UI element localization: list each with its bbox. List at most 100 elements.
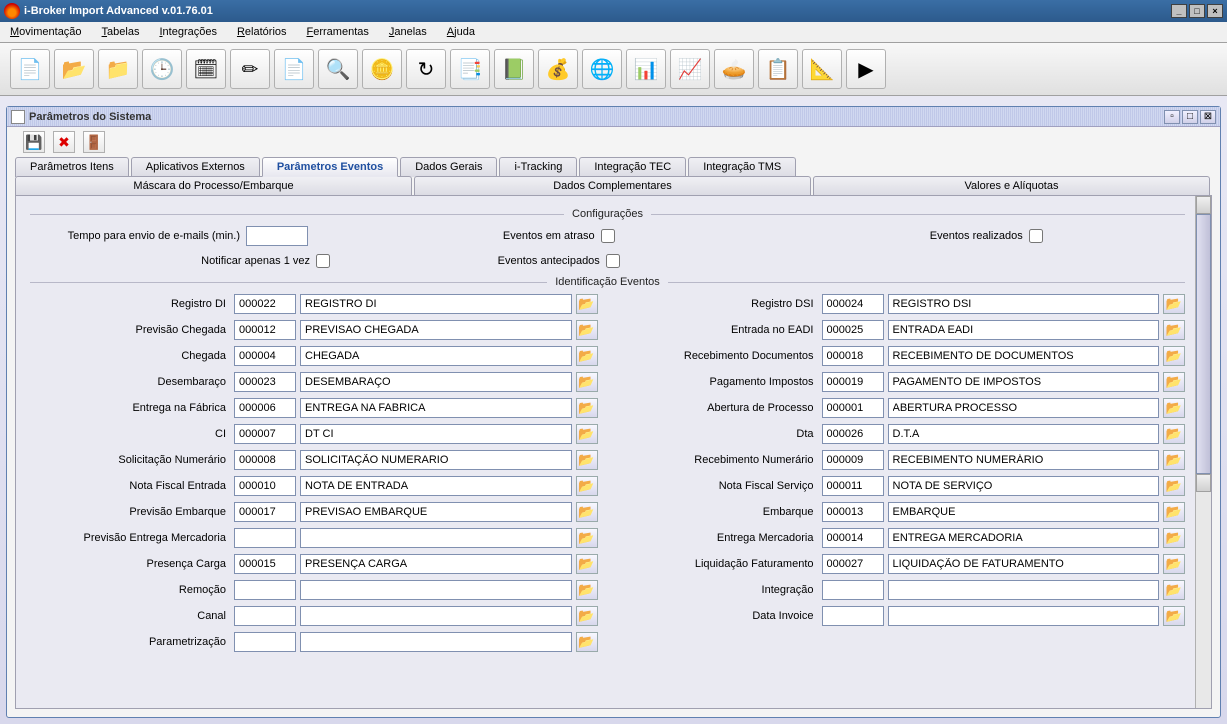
folder-icon[interactable]: 📂: [576, 320, 598, 340]
event-desc-input[interactable]: [300, 398, 572, 418]
atraso-checkbox[interactable]: [601, 229, 615, 243]
folder-icon[interactable]: 📂: [576, 528, 598, 548]
maximize-button[interactable]: □: [1189, 4, 1205, 18]
tab-integração-tec[interactable]: Integração TEC: [579, 157, 686, 177]
folder-icon[interactable]: 📂: [1163, 346, 1185, 366]
toolbar-btn-13[interactable]: 🌐: [582, 49, 622, 89]
vertical-scrollbar[interactable]: [1195, 196, 1211, 708]
event-desc-input[interactable]: [300, 528, 572, 548]
subtab-valores-e-alíquotas[interactable]: Valores e Alíquotas: [813, 176, 1210, 195]
scrollbar-thumb[interactable]: [1196, 214, 1211, 474]
event-code-input[interactable]: [822, 398, 884, 418]
tab-parâmetros-itens[interactable]: Parâmetros Itens: [15, 157, 129, 177]
toolbar-btn-16[interactable]: 🥧: [714, 49, 754, 89]
event-code-input[interactable]: [822, 476, 884, 496]
event-code-input[interactable]: [234, 502, 296, 522]
event-code-input[interactable]: [822, 528, 884, 548]
event-code-input[interactable]: [234, 554, 296, 574]
tab-integração-tms[interactable]: Integração TMS: [688, 157, 796, 177]
toolbar-btn-12[interactable]: 💰: [538, 49, 578, 89]
event-desc-input[interactable]: [888, 320, 1160, 340]
event-code-input[interactable]: [822, 320, 884, 340]
event-desc-input[interactable]: [300, 372, 572, 392]
event-desc-input[interactable]: [300, 476, 572, 496]
event-desc-input[interactable]: [888, 502, 1160, 522]
toolbar-btn-0[interactable]: 📄: [10, 49, 50, 89]
event-desc-input[interactable]: [888, 554, 1160, 574]
event-desc-input[interactable]: [300, 450, 572, 470]
minimize-button[interactable]: _: [1171, 4, 1187, 18]
folder-icon[interactable]: 📂: [1163, 502, 1185, 522]
event-desc-input[interactable]: [888, 450, 1160, 470]
delete-button[interactable]: ✖: [53, 131, 75, 153]
folder-icon[interactable]: 📂: [576, 554, 598, 574]
event-code-input[interactable]: [822, 346, 884, 366]
event-code-input[interactable]: [234, 346, 296, 366]
event-code-input[interactable]: [234, 294, 296, 314]
tab-parâmetros-eventos[interactable]: Parâmetros Eventos: [262, 157, 398, 177]
maximize-internal-button[interactable]: □: [1182, 110, 1198, 124]
event-code-input[interactable]: [234, 320, 296, 340]
toolbar-btn-5[interactable]: ✏: [230, 49, 270, 89]
event-desc-input[interactable]: [888, 294, 1160, 314]
event-code-input[interactable]: [234, 398, 296, 418]
toolbar-btn-1[interactable]: 📂: [54, 49, 94, 89]
folder-icon[interactable]: 📂: [576, 502, 598, 522]
event-code-input[interactable]: [822, 606, 884, 626]
event-code-input[interactable]: [234, 372, 296, 392]
folder-icon[interactable]: 📂: [1163, 320, 1185, 340]
event-code-input[interactable]: [822, 554, 884, 574]
menu-ajuda[interactable]: Ajuda: [443, 24, 479, 40]
toolbar-btn-11[interactable]: 📗: [494, 49, 534, 89]
iconify-button[interactable]: ▫: [1164, 110, 1180, 124]
folder-icon[interactable]: 📂: [1163, 554, 1185, 574]
close-button[interactable]: ×: [1207, 4, 1223, 18]
folder-icon[interactable]: 📂: [576, 580, 598, 600]
menu-relatórios[interactable]: Relatórios: [233, 24, 291, 40]
event-desc-input[interactable]: [300, 554, 572, 574]
menu-integrações[interactable]: Integrações: [155, 24, 221, 40]
menu-tabelas[interactable]: Tabelas: [98, 24, 144, 40]
toolbar-btn-15[interactable]: 📈: [670, 49, 710, 89]
event-desc-input[interactable]: [300, 346, 572, 366]
realizados-checkbox[interactable]: [1029, 229, 1043, 243]
folder-icon[interactable]: 📂: [576, 424, 598, 444]
menu-ferramentas[interactable]: Ferramentas: [303, 24, 373, 40]
event-desc-input[interactable]: [888, 528, 1160, 548]
folder-icon[interactable]: 📂: [1163, 476, 1185, 496]
tempo-input[interactable]: [246, 226, 308, 246]
event-desc-input[interactable]: [888, 372, 1160, 392]
subtab-dados-complementares[interactable]: Dados Complementares: [414, 176, 811, 195]
event-code-input[interactable]: [822, 294, 884, 314]
event-desc-input[interactable]: [888, 398, 1160, 418]
tab-dados-gerais[interactable]: Dados Gerais: [400, 157, 497, 177]
event-code-input[interactable]: [234, 476, 296, 496]
folder-icon[interactable]: 📂: [1163, 372, 1185, 392]
toolbar-btn-7[interactable]: 🔍: [318, 49, 358, 89]
folder-icon[interactable]: 📂: [1163, 424, 1185, 444]
toolbar-btn-9[interactable]: ↻: [406, 49, 446, 89]
event-code-input[interactable]: [234, 528, 296, 548]
folder-icon[interactable]: 📂: [1163, 528, 1185, 548]
event-desc-input[interactable]: [300, 632, 572, 652]
menu-movimentação[interactable]: Movimentação: [6, 24, 86, 40]
folder-icon[interactable]: 📂: [576, 346, 598, 366]
folder-icon[interactable]: 📂: [576, 294, 598, 314]
event-desc-input[interactable]: [300, 424, 572, 444]
event-desc-input[interactable]: [888, 424, 1160, 444]
event-code-input[interactable]: [822, 502, 884, 522]
toolbar-btn-2[interactable]: 📁: [98, 49, 138, 89]
close-internal-button[interactable]: ⊠: [1200, 110, 1216, 124]
exit-button[interactable]: 🚪: [83, 131, 105, 153]
event-code-input[interactable]: [822, 424, 884, 444]
event-code-input[interactable]: [822, 580, 884, 600]
toolbar-btn-8[interactable]: 🪙: [362, 49, 402, 89]
toolbar-btn-18[interactable]: 📐: [802, 49, 842, 89]
event-code-input[interactable]: [234, 632, 296, 652]
event-desc-input[interactable]: [888, 606, 1160, 626]
folder-icon[interactable]: 📂: [1163, 398, 1185, 418]
event-code-input[interactable]: [234, 424, 296, 444]
toolbar-btn-3[interactable]: 🕒: [142, 49, 182, 89]
tab-aplicativos-externos[interactable]: Aplicativos Externos: [131, 157, 260, 177]
notificar-checkbox[interactable]: [316, 254, 330, 268]
